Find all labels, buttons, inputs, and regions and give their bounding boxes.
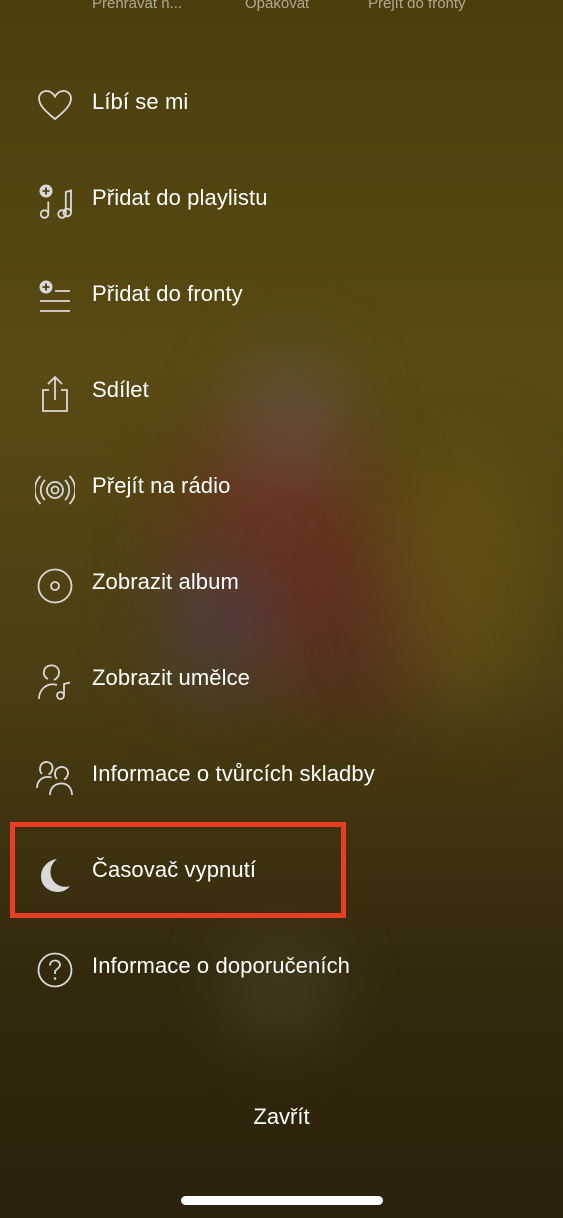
- menu-item-radio[interactable]: Přejít na rádio: [0, 440, 563, 536]
- menu-item-like[interactable]: Líbí se mi: [0, 56, 563, 152]
- tab-go-to-queue[interactable]: Přejít do fronty: [368, 0, 466, 12]
- menu-item-label: Líbí se mi: [92, 89, 189, 114]
- menu-item-label: Přidat do playlistu: [92, 185, 268, 210]
- close-button[interactable]: Zavřít: [0, 1104, 563, 1130]
- menu-item-add-to-queue[interactable]: Přidat do fronty: [0, 248, 563, 344]
- credits-icon: [35, 758, 75, 798]
- menu-item-artist[interactable]: Zobrazit umělce: [0, 632, 563, 728]
- menu-item-label: Zobrazit umělce: [92, 665, 251, 690]
- menu-item-album[interactable]: Zobrazit album: [0, 536, 563, 632]
- moon-icon: [35, 854, 75, 894]
- tab-repeat[interactable]: Opakovat: [245, 0, 309, 12]
- menu-item-credits[interactable]: Informace o tvůrcích skladby: [0, 728, 563, 824]
- album-icon: [35, 566, 75, 606]
- menu-item-label: Přejít na rádio: [92, 473, 231, 498]
- menu-item-recommendation-info[interactable]: Informace o doporučeních: [0, 920, 563, 1016]
- add-to-queue-icon: [35, 278, 75, 318]
- menu-item-label: Sdílet: [92, 377, 149, 402]
- tab-shuffle[interactable]: Přehrávat n...: [92, 0, 182, 12]
- menu-item-share[interactable]: Sdílet: [0, 344, 563, 440]
- share-icon: [35, 374, 75, 414]
- menu-item-label: Informace o tvůrcích skladby: [92, 761, 375, 786]
- menu-item-label: Přidat do fronty: [92, 281, 243, 306]
- menu-item-label: Zobrazit album: [92, 569, 239, 594]
- radio-icon: [35, 470, 75, 510]
- home-indicator[interactable]: [181, 1196, 383, 1205]
- heart-icon: [35, 86, 75, 126]
- menu-item-label: Časovač vypnutí: [92, 857, 257, 882]
- menu-item-add-to-playlist[interactable]: Přidat do playlistu: [0, 152, 563, 248]
- add-to-playlist-icon: [35, 182, 75, 222]
- menu-item-sleep-timer[interactable]: Časovač vypnutí: [0, 824, 563, 920]
- menu-item-label: Informace o doporučeních: [92, 953, 350, 978]
- top-tabs: Přehrávat n... Opakovat Přejít do fronty: [0, 0, 563, 20]
- artist-icon: [35, 662, 75, 702]
- context-menu: Líbí se mi Přidat do playlistu Přidat do…: [0, 56, 563, 1016]
- question-icon: [35, 950, 75, 990]
- screen: Přehrávat n... Opakovat Přejít do fronty…: [0, 0, 563, 1218]
